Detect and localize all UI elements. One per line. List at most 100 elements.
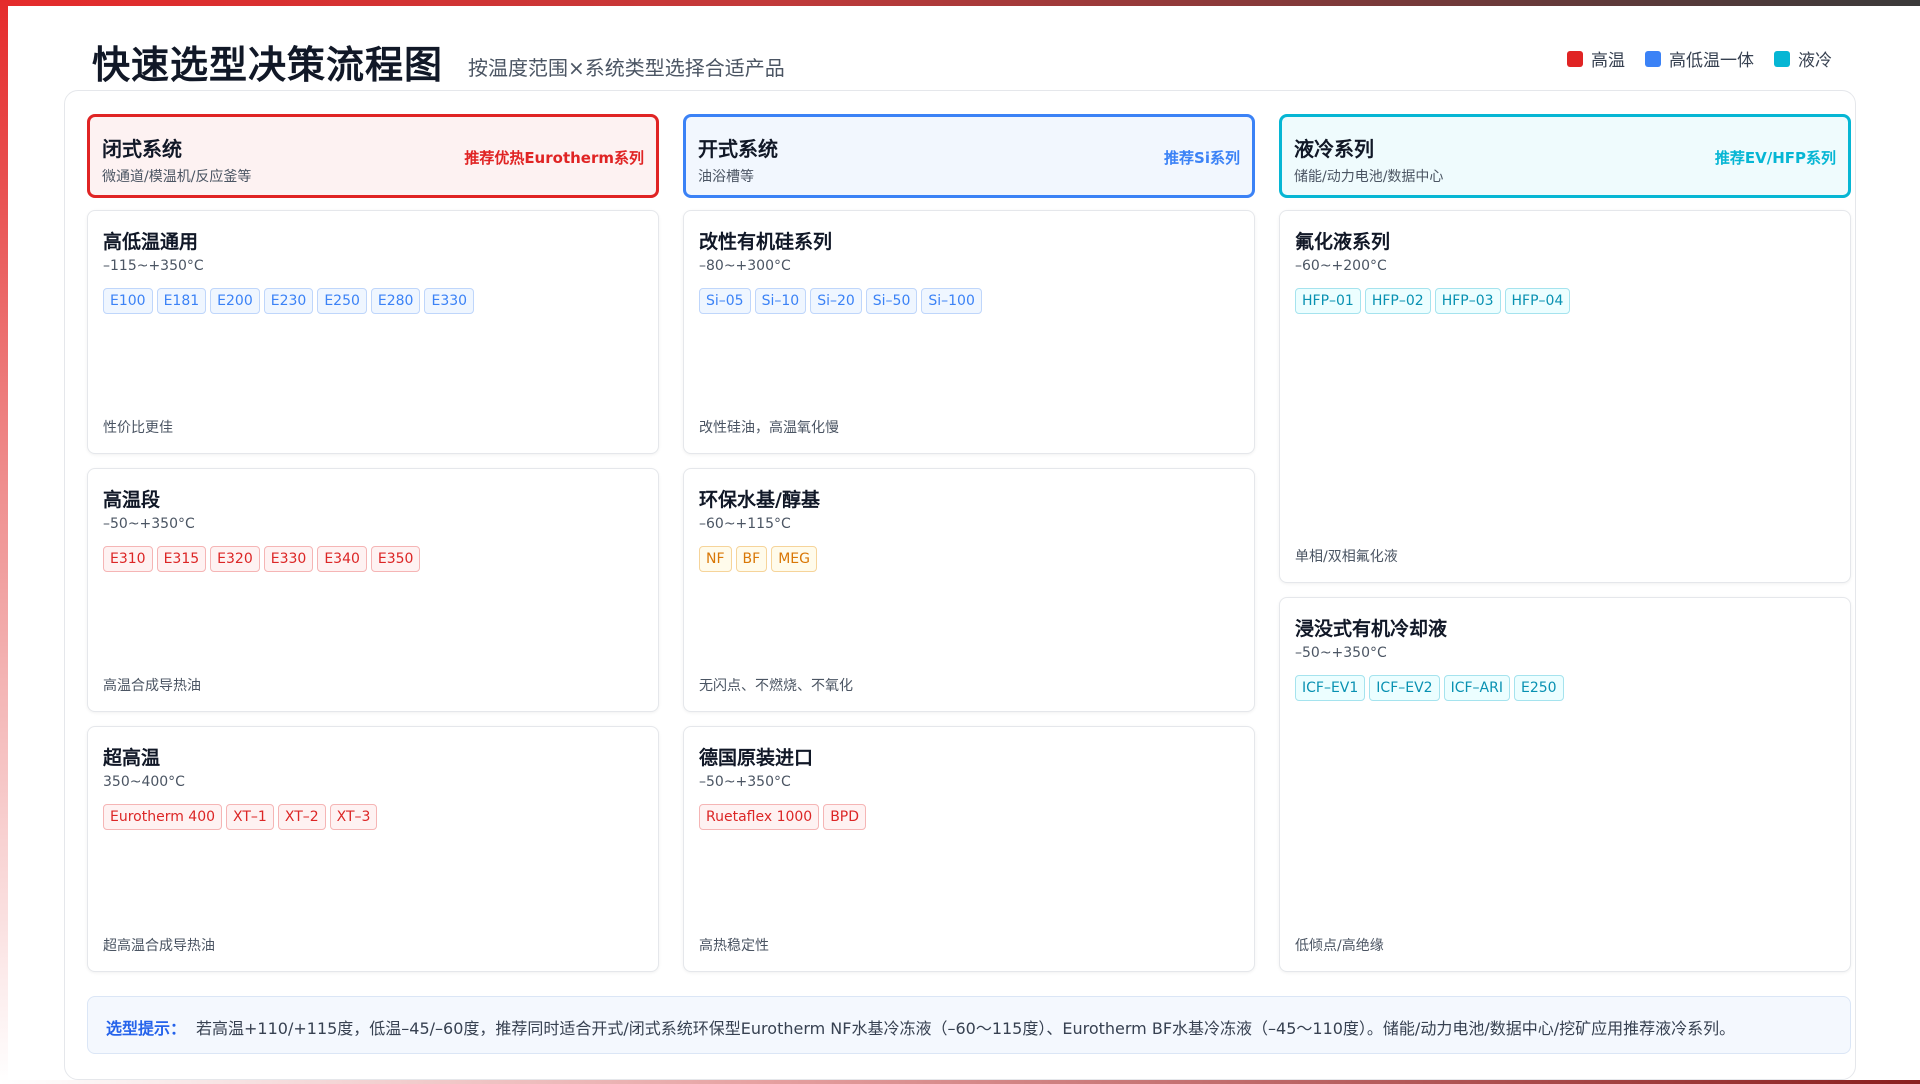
product-tag: E250 <box>1513 675 1564 701</box>
product-tag: Si–20 <box>810 288 862 314</box>
card-note: 改性硅油，高温氧化慢 <box>699 420 839 436</box>
column-closed-system: 闭式系统 微通道/模温机/反应釜等 推荐优热Eurotherm系列 高低温通用 … <box>87 114 659 972</box>
tag-list: Ruetaflex 1000 BPD <box>699 804 1239 830</box>
product-tag: E310 <box>103 546 153 572</box>
column-recommendation: 推荐EV/HFP系列 <box>1714 149 1836 167</box>
page-subtitle: 按温度范围×系统类型选择合适产品 <box>468 56 785 80</box>
product-tag: NF <box>699 546 732 572</box>
product-tag: BPD <box>823 804 867 830</box>
legend: 高温 高低温一体 液冷 <box>1567 46 1832 71</box>
product-tag: HFP–04 <box>1504 288 1571 314</box>
product-tag: HFP–02 <box>1364 288 1431 314</box>
product-tag: Si–05 <box>699 288 751 314</box>
card-note: 无闪点、不燃烧、不氧化 <box>699 678 853 694</box>
card-temp-range: –50~+350°C <box>1295 645 1387 661</box>
column-liquid-cooling: 液冷系列 储能/动力电池/数据中心 推荐EV/HFP系列 氟化液系列 –60~+… <box>1279 114 1851 972</box>
card-title: 高低温通用 <box>103 231 199 253</box>
product-tag: E315 <box>156 546 207 572</box>
legend-label: 高低温一体 <box>1669 51 1754 71</box>
product-tag: E330 <box>263 546 314 572</box>
product-tag: E200 <box>210 288 260 314</box>
product-tag: XT–2 <box>277 804 326 830</box>
card-title: 超高温 <box>103 747 161 769</box>
column-header-liquid-cooling: 液冷系列 储能/动力电池/数据中心 推荐EV/HFP系列 <box>1279 114 1851 198</box>
product-tag: BF <box>735 546 768 572</box>
card-note: 单相/双相氟化液 <box>1295 549 1398 565</box>
tag-list: Si–05 Si–10 Si–20 Si–50 Si–100 <box>699 288 1239 314</box>
product-tag: ICF–EV1 <box>1295 675 1366 701</box>
left-accent-bar <box>0 0 8 1084</box>
tip-label: 选型提示： <box>106 1019 187 1038</box>
card-temp-range: –60~+200°C <box>1295 258 1387 274</box>
product-tag: E320 <box>210 546 260 572</box>
product-tag: E330 <box>424 288 475 314</box>
selection-tip: 选型提示： 若高温+110/+115度，低温–45/–60度，推荐同时适合开式/闭… <box>87 996 1851 1054</box>
card-title: 高温段 <box>103 489 161 511</box>
product-tag: E280 <box>370 288 421 314</box>
product-card: 环保水基/醇基 –60~+115°C NF BF MEG 无闪点、不燃烧、不氧化 <box>683 468 1255 712</box>
product-tag: MEG <box>771 546 817 572</box>
legend-swatch-liquid-cooling <box>1774 50 1790 67</box>
legend-item-liquid-cooling: 液冷 <box>1774 46 1832 71</box>
card-title: 氟化液系列 <box>1295 231 1391 253</box>
legend-item-high-low-temp: 高低温一体 <box>1645 46 1754 71</box>
page-title: 快速选型决策流程图 <box>92 43 444 87</box>
card-temp-range: –80~+300°C <box>699 258 791 274</box>
column-desc: 油浴槽等 <box>698 169 754 185</box>
product-tag: Eurotherm 400 <box>103 804 223 830</box>
column-open-system: 开式系统 油浴槽等 推荐Si系列 改性有机硅系列 –80~+300°C Si–0… <box>683 114 1255 972</box>
product-tag: E350 <box>370 546 421 572</box>
product-tag: HFP–01 <box>1295 288 1361 314</box>
product-tag: Si–100 <box>921 288 982 314</box>
card-note: 性价比更佳 <box>103 420 173 436</box>
product-card: 改性有机硅系列 –80~+300°C Si–05 Si–10 Si–20 Si–50 S… <box>683 210 1255 454</box>
card-note: 低倾点/高绝缘 <box>1295 938 1384 954</box>
product-tag: E250 <box>317 288 367 314</box>
tag-list: HFP–01 HFP–02 HFP–03 HFP–04 <box>1295 288 1835 314</box>
product-tag: ICF–EV2 <box>1369 675 1440 701</box>
card-temp-range: –60~+115°C <box>699 516 791 532</box>
card-note: 高温合成导热油 <box>103 678 201 694</box>
card-note: 超高温合成导热油 <box>103 938 215 954</box>
legend-item-high-temp: 高温 <box>1567 46 1625 71</box>
column-header-closed-system: 闭式系统 微通道/模温机/反应釜等 推荐优热Eurotherm系列 <box>87 114 659 198</box>
column-header-open-system: 开式系统 油浴槽等 推荐Si系列 <box>683 114 1255 198</box>
column-title: 开式系统 <box>698 137 778 161</box>
tag-list: ICF–EV1 ICF–EV2 ICF–ARI E250 <box>1295 675 1835 701</box>
tag-list: NF BF MEG <box>699 546 1239 572</box>
product-card: 德国原装进口 –50~+350°C Ruetaflex 1000 BPD 高热稳定… <box>683 726 1255 972</box>
product-tag: E181 <box>156 288 207 314</box>
product-tag: HFP–03 <box>1434 288 1501 314</box>
card-title: 浸没式有机冷却液 <box>1295 618 1448 640</box>
product-card: 超高温 350~400°C Eurotherm 400 XT–1 XT–2 XT–3 … <box>87 726 659 972</box>
legend-swatch-high-temp <box>1567 50 1583 67</box>
column-recommendation: 推荐优热Eurotherm系列 <box>464 149 644 167</box>
product-tag: E100 <box>103 288 153 314</box>
card-title: 改性有机硅系列 <box>699 231 833 253</box>
product-card: 氟化液系列 –60~+200°C HFP–01 HFP–02 HFP–03 HFP–0… <box>1279 210 1851 583</box>
column-desc: 储能/动力电池/数据中心 <box>1294 169 1444 185</box>
product-tag: E340 <box>317 546 367 572</box>
page-header: 快速选型决策流程图 按温度范围×系统类型选择合适产品 高温 高低温一体 液冷 <box>92 32 1832 87</box>
legend-swatch-high-low-temp <box>1645 50 1661 67</box>
card-temp-range: –50~+350°C <box>699 774 791 790</box>
legend-label: 高温 <box>1591 51 1625 71</box>
product-tag: E230 <box>263 288 314 314</box>
product-tag: XT–3 <box>329 804 378 830</box>
product-tag: Si–10 <box>754 288 807 314</box>
product-tag: ICF–ARI <box>1443 675 1510 701</box>
product-card: 高温段 –50~+350°C E310 E315 E320 E330 E340 E350 … <box>87 468 659 712</box>
product-card: 高低温通用 –115~+350°C E100 E181 E200 E230 E250 E2… <box>87 210 659 454</box>
card-title: 德国原装进口 <box>699 747 814 769</box>
product-tag: Ruetaflex 1000 <box>699 804 820 830</box>
card-note: 高热稳定性 <box>699 938 769 954</box>
top-accent-bar <box>0 0 1920 6</box>
tip-text: 若高温+110/+115度，低温–45/–60度，推荐同时适合开式/闭式系统环保… <box>196 1019 1736 1038</box>
card-temp-range: –115~+350°C <box>103 258 204 274</box>
tag-list: Eurotherm 400 XT–1 XT–2 XT–3 <box>103 804 643 830</box>
column-recommendation: 推荐Si系列 <box>1164 149 1240 167</box>
product-card: 浸没式有机冷却液 –50~+350°C ICF–EV1 ICF–EV2 ICF–AR… <box>1279 597 1851 972</box>
product-tag: Si–50 <box>865 288 918 314</box>
legend-label: 液冷 <box>1798 51 1832 71</box>
product-tag: XT–1 <box>226 804 274 830</box>
